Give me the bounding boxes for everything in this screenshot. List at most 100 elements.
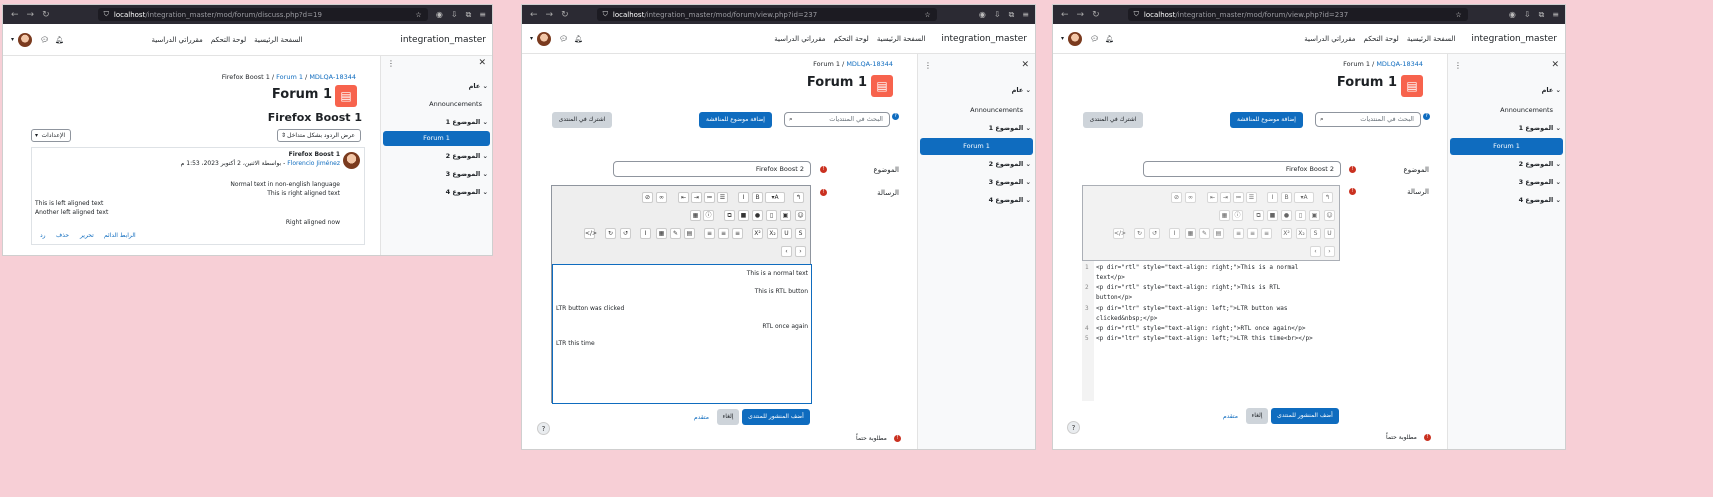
close-drawer-icon[interactable]: ✕ — [1021, 60, 1029, 70]
editor-content-area[interactable]: This is a normal text This is RTL button… — [552, 264, 812, 404]
messages-icon[interactable]: 💬︎ — [559, 35, 568, 43]
reload-icon[interactable]: ↻ — [561, 10, 569, 20]
user-menu-chevron-icon[interactable]: ▾ — [11, 36, 14, 43]
template-icon[interactable]: ▤ — [684, 228, 695, 239]
drawer-item-forum-1[interactable]: Forum 1 — [383, 131, 490, 146]
forum-search-input[interactable]: البحث في المنتديات ⌕ — [784, 112, 890, 127]
align-left-icon[interactable]: ≡ — [732, 228, 743, 239]
superscript-icon[interactable]: X² — [752, 228, 763, 239]
more-options-icon[interactable]: ⋮ — [1454, 61, 1462, 70]
address-bar[interactable]: ⛉ localhost/integration_master/mod/forum… — [1127, 8, 1468, 21]
notifications-bell-icon[interactable]: 🔔︎ — [55, 36, 64, 44]
image-icon[interactable]: ▣ — [780, 210, 791, 221]
section-topic-4[interactable]: الموضوع 4 ⌄ — [1519, 196, 1561, 204]
breadcrumb-course[interactable]: MDLQA-18344 — [1376, 60, 1423, 68]
post-to-forum-button[interactable]: أضف المنشور للمنتدى — [742, 409, 810, 425]
nav-my-courses[interactable]: مقرراتي الدراسية — [1304, 35, 1355, 43]
section-topic-2[interactable]: الموضوع 2 ⌄ — [1519, 160, 1561, 168]
more-options-icon[interactable]: ⋮ — [387, 59, 395, 68]
drawer-item-forum-1[interactable]: Forum 1 — [920, 138, 1033, 155]
post-author-link[interactable]: Florencio Jiménez — [287, 160, 340, 167]
site-name[interactable]: integration_master — [941, 34, 1027, 44]
table-icon[interactable]: ▦ — [656, 228, 667, 239]
breadcrumb-forum[interactable]: Forum 1 — [813, 60, 840, 68]
search-icon[interactable]: ⌕ — [1320, 113, 1324, 126]
link-icon[interactable]: ∞ — [656, 192, 667, 203]
strikethrough-icon[interactable]: S — [795, 228, 806, 239]
outdent-icon[interactable]: ⇤ — [678, 192, 689, 203]
nav-my-courses[interactable]: مقرراتي الدراسية — [152, 36, 203, 44]
font-size-icon[interactable]: ▾A — [765, 192, 785, 203]
nav-home[interactable]: السفحة الرئيسية — [1407, 35, 1455, 43]
search-help-icon[interactable]: ? — [1423, 113, 1430, 120]
downloads-icon[interactable]: ⇩ — [1524, 10, 1531, 20]
cancel-button[interactable]: إلغاء — [717, 409, 739, 425]
post-to-forum-button[interactable]: أضف المنشور للمنتدى — [1271, 408, 1339, 424]
permalink-link[interactable]: الرابط الدائم — [104, 232, 136, 239]
undo-history-icon[interactable]: ↺ — [620, 228, 631, 239]
nav-home[interactable]: السفحة الرئيسية — [877, 35, 925, 43]
advanced-link[interactable]: متقدم — [694, 414, 709, 421]
cancel-button[interactable]: إلغاء — [1246, 408, 1268, 424]
drawer-item-forum-1[interactable]: Forum 1 — [1450, 138, 1563, 155]
section-topic-3[interactable]: الموضوع 3 ⌄ — [989, 178, 1031, 186]
announcements-link[interactable]: Announcements — [429, 100, 482, 108]
subscribe-button[interactable]: اشترك في المنتدى — [1083, 112, 1143, 128]
emoji-icon[interactable]: ☺ — [795, 210, 806, 221]
bookmark-star-icon[interactable]: ☆ — [1455, 11, 1461, 19]
html-source-editor[interactable]: 1 <p dir="rtl" style="text-align: right;… — [1082, 261, 1340, 401]
advanced-link[interactable]: متقدم — [1223, 413, 1238, 420]
nav-home[interactable]: السفحة الرئيسية — [254, 36, 302, 44]
delete-link[interactable]: حذف — [56, 232, 69, 239]
align-center-icon[interactable]: ≡ — [718, 228, 729, 239]
close-drawer-icon[interactable]: ✕ — [478, 58, 486, 68]
back-icon[interactable]: ← — [1061, 10, 1069, 20]
pocket-icon[interactable]: ◉ — [979, 10, 986, 20]
section-topic-3[interactable]: الموضوع 3 ⌄ — [446, 170, 488, 178]
forward-icon[interactable]: → — [27, 10, 35, 20]
user-avatar[interactable] — [1068, 31, 1083, 46]
subject-input[interactable]: Firefox Boost 2 — [613, 161, 811, 177]
forward-icon[interactable]: → — [1077, 10, 1085, 20]
bookmark-star-icon[interactable]: ☆ — [415, 11, 421, 19]
subscribe-button[interactable]: اشترك في المنتدى — [552, 112, 612, 128]
forum-search-input[interactable]: البحث في المنتديات ⌕ — [1315, 112, 1421, 127]
italic-icon[interactable]: I — [738, 192, 749, 203]
section-general[interactable]: عام ⌄ — [469, 82, 488, 90]
settings-dropdown[interactable]: ▾ الإعدادات — [31, 129, 71, 142]
close-drawer-icon[interactable]: ✕ — [1551, 60, 1559, 70]
display-mode-select[interactable]: ⇕ عرض الردود بشكل متداخل — [277, 129, 361, 142]
bold-icon[interactable]: B — [752, 192, 763, 203]
forward-icon[interactable]: → — [546, 10, 554, 20]
extensions-icon[interactable]: ⧉ — [1009, 10, 1015, 20]
prev-icon[interactable]: ‹ — [781, 246, 792, 257]
menu-icon[interactable]: ≡ — [1022, 10, 1029, 20]
bullet-list-icon[interactable]: ☰ — [717, 192, 728, 203]
undo-icon[interactable]: ↰ — [793, 192, 804, 203]
section-topic-4[interactable]: الموضوع 4 ⌄ — [446, 188, 488, 196]
add-discussion-button[interactable]: إضافة موضوع للمناقشة — [1230, 112, 1303, 128]
help-button[interactable]: ? — [537, 422, 550, 435]
notifications-bell-icon[interactable]: 🔔︎ — [574, 35, 583, 43]
site-name[interactable]: integration_master — [1471, 34, 1557, 44]
announcements-link[interactable]: Announcements — [1500, 106, 1553, 114]
source-code-icon[interactable]: </> — [584, 228, 597, 239]
section-general[interactable]: عام ⌄ — [1012, 86, 1031, 94]
bookmark-star-icon[interactable]: ☆ — [924, 11, 930, 19]
author-avatar[interactable] — [343, 152, 360, 169]
video-icon[interactable]: ■ — [738, 210, 749, 221]
breadcrumb-forum[interactable]: Forum 1 — [276, 73, 303, 81]
copy-icon[interactable]: ⧉ — [724, 210, 735, 221]
section-topic-3[interactable]: الموضوع 3 ⌄ — [1519, 178, 1561, 186]
align-right-icon[interactable]: ≡ — [704, 228, 715, 239]
reload-icon[interactable]: ↻ — [42, 10, 50, 20]
subscript-icon[interactable]: X₂ — [767, 228, 778, 239]
cursor-icon[interactable]: I — [640, 228, 651, 239]
breadcrumb-forum[interactable]: Forum 1 — [1343, 60, 1370, 68]
back-icon[interactable]: ← — [530, 10, 538, 20]
section-topic-2[interactable]: الموضوع 2 ⌄ — [446, 152, 488, 160]
section-topic-2[interactable]: الموضوع 2 ⌄ — [989, 160, 1031, 168]
table-grid-icon[interactable]: ▦ — [690, 210, 701, 221]
breadcrumb-discussion[interactable]: MDLQA-18344 — [309, 73, 356, 81]
section-topic-1[interactable]: الموضوع 1 ⌄ — [446, 118, 488, 126]
